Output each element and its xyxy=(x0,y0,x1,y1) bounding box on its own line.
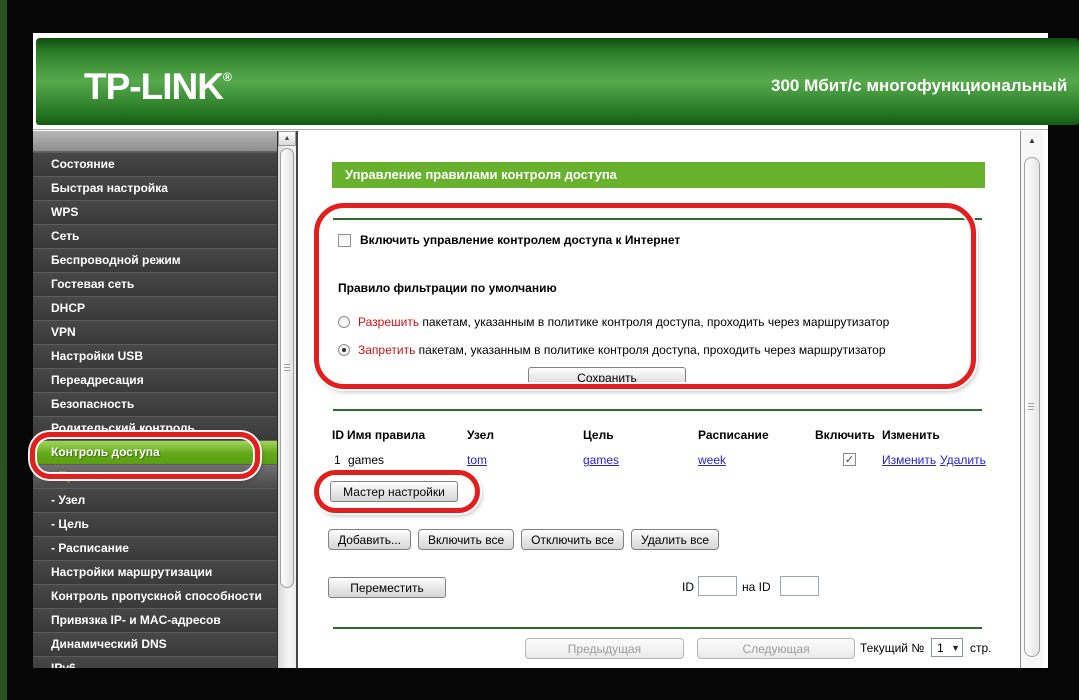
col-header-name: Имя правила xyxy=(347,428,425,442)
sidebar-item-ipv6[interactable]: IPv6 xyxy=(33,656,277,668)
sidebar-item-guest-network[interactable]: Гостевая сеть xyxy=(33,272,277,296)
action-buttons-row: Добавить... Включить все Отключить все Удал… xyxy=(328,529,719,550)
main-scrollbar-thumb[interactable] xyxy=(1024,157,1040,657)
sidebar-item-access-control[interactable]: Контроль доступа xyxy=(33,440,277,464)
col-header-schedule: Расписание xyxy=(698,428,769,442)
tplink-logo-text: TP-LINK xyxy=(84,66,223,107)
sidebar-item-ip-mac-binding[interactable]: Привязка IP- и MAC-адресов xyxy=(33,608,277,632)
section-divider-bottom xyxy=(333,627,982,629)
sidebar-item-network[interactable]: Сеть xyxy=(33,224,277,248)
add-button[interactable]: Добавить... xyxy=(328,529,411,550)
sidebar-item-usb-settings[interactable]: Настройки USB xyxy=(33,344,277,368)
tplink-logo: TP-LINK® xyxy=(84,66,232,108)
sidebar-scrollbar[interactable]: ▲ xyxy=(277,131,296,668)
section-divider-top xyxy=(333,218,982,220)
move-button[interactable]: Переместить xyxy=(328,577,446,598)
sidebar-item-rule[interactable]: - Правило xyxy=(33,464,277,488)
move-to-label: на ID xyxy=(742,580,771,594)
save-button[interactable]: Сохранить xyxy=(528,367,686,389)
main-content: Управление правилами контроля доступа Вк… xyxy=(298,131,1020,668)
table-row: 1 games tom games week Изменить Удалить xyxy=(298,453,1008,473)
sidebar-item-bandwidth-control[interactable]: Контроль пропускной способности xyxy=(33,584,277,608)
allow-keyword: Разрешить xyxy=(358,315,419,329)
screenshot-root: TP-LINK® 300 Мбит/с многофункциональный … xyxy=(0,0,1079,700)
move-to-input[interactable] xyxy=(780,576,819,596)
delete-link[interactable]: Удалить xyxy=(940,453,986,467)
main-scroll-up-icon[interactable]: ▲ xyxy=(1023,134,1041,146)
sidebar-item-ddns[interactable]: Динамический DNS xyxy=(33,632,277,656)
enable-access-control-checkbox[interactable] xyxy=(338,234,351,247)
host-link[interactable]: tom xyxy=(467,453,487,467)
header-divider xyxy=(33,129,1048,130)
current-page-label: Текущий № xyxy=(860,641,924,655)
sidebar-item-schedule[interactable]: - Расписание xyxy=(33,536,277,560)
col-header-modify: Изменить xyxy=(882,428,940,442)
sidebar-top-band xyxy=(33,131,277,152)
router-model-tagline: 300 Мбит/с многофункциональный xyxy=(771,76,1067,96)
default-filter-rule-label: Правило фильтрации по умолчанию xyxy=(338,281,557,295)
allow-rest: пакетам, указанным в политике контроля д… xyxy=(419,315,889,329)
sidebar-item-wireless[interactable]: Беспроводной режим xyxy=(33,248,277,272)
deny-radio[interactable] xyxy=(338,344,350,356)
chevron-down-icon: ▼ xyxy=(951,643,960,653)
sidebar-item-dhcp[interactable]: DHCP xyxy=(33,296,277,320)
scrollbar-grip-icon xyxy=(1028,403,1034,411)
page-select[interactable]: 1 ▼ xyxy=(931,638,963,657)
annotation-settings-box xyxy=(314,203,976,389)
rule-id: 1 xyxy=(334,453,341,467)
col-header-host: Узел xyxy=(467,428,494,442)
edit-link[interactable]: Изменить xyxy=(882,453,936,467)
page-suffix-label: стр. xyxy=(970,641,992,655)
sidebar-item-routing[interactable]: Настройки маршрутизации xyxy=(33,560,277,584)
page-title: Управление правилами контроля доступа xyxy=(332,162,985,188)
app-header: TP-LINK® 300 Мбит/с многофункциональный xyxy=(36,38,1079,125)
target-link[interactable]: games xyxy=(583,453,619,467)
deny-rest: пакетам, указанным в политике контроля д… xyxy=(415,343,885,357)
rule-enabled-checkbox[interactable] xyxy=(843,453,856,466)
enable-access-control-row: Включить управление контролем доступа к … xyxy=(338,233,680,247)
section-divider-middle xyxy=(333,409,982,411)
enable-all-button[interactable]: Включить все xyxy=(418,529,514,550)
col-header-enable: Включить xyxy=(815,428,875,442)
scrollbar-grip-icon xyxy=(284,364,290,372)
sidebar-item-status[interactable]: Состояние xyxy=(33,152,277,176)
allow-radio-row: Разрешить пакетам, указанным в политике … xyxy=(338,315,889,329)
table-header-row: ID Имя правила Узел Цель Расписание Вклю… xyxy=(298,428,1008,448)
enable-access-control-label: Включить управление контролем доступа к … xyxy=(360,233,680,247)
page-select-value: 1 xyxy=(937,641,944,655)
allow-radio-label: Разрешить пакетам, указанным в политике … xyxy=(358,315,889,329)
sidebar-item-parental-control[interactable]: Родительский контроль xyxy=(33,416,277,440)
deny-radio-label: Запретить пакетам, указанным в политике … xyxy=(358,343,886,357)
deny-keyword: Запретить xyxy=(358,343,415,357)
deny-radio-row: Запретить пакетам, указанным в политике … xyxy=(338,343,886,357)
sidebar-item-host[interactable]: - Узел xyxy=(33,488,277,512)
sidebar-item-forwarding[interactable]: Переадресация xyxy=(33,368,277,392)
sidebar-item-wps[interactable]: WPS xyxy=(33,200,277,224)
sidebar-item-vpn[interactable]: VPN xyxy=(33,320,277,344)
move-from-label: ID xyxy=(682,580,694,594)
prev-page-button[interactable]: Предыдущая xyxy=(525,638,684,659)
registered-mark: ® xyxy=(223,70,232,84)
main-scrollbar[interactable]: ▲ xyxy=(1020,131,1043,668)
next-page-button[interactable]: Следующая xyxy=(697,638,855,659)
sidebar-scroll-up-icon[interactable]: ▲ xyxy=(278,131,296,146)
disable-all-button[interactable]: Отключить все xyxy=(521,529,624,550)
col-header-target: Цель xyxy=(583,428,614,442)
delete-all-button[interactable]: Удалить все xyxy=(631,529,719,550)
sidebar-scrollbar-thumb[interactable] xyxy=(280,148,294,588)
col-header-id: ID xyxy=(332,428,344,442)
desktop-edge-strip xyxy=(0,0,7,700)
sidebar-item-target[interactable]: - Цель xyxy=(33,512,277,536)
sidebar-item-security[interactable]: Безопасность xyxy=(33,392,277,416)
sidebar-item-quick-setup[interactable]: Быстрая настройка xyxy=(33,176,277,200)
move-from-input[interactable] xyxy=(698,576,737,596)
sidebar-menu: СостояниеБыстрая настройкаWPSСетьБеспров… xyxy=(33,131,277,668)
schedule-link[interactable]: week xyxy=(698,453,726,467)
wizard-button[interactable]: Мастер настройки xyxy=(330,481,458,502)
rule-name: games xyxy=(348,453,384,467)
allow-radio[interactable] xyxy=(338,316,350,328)
